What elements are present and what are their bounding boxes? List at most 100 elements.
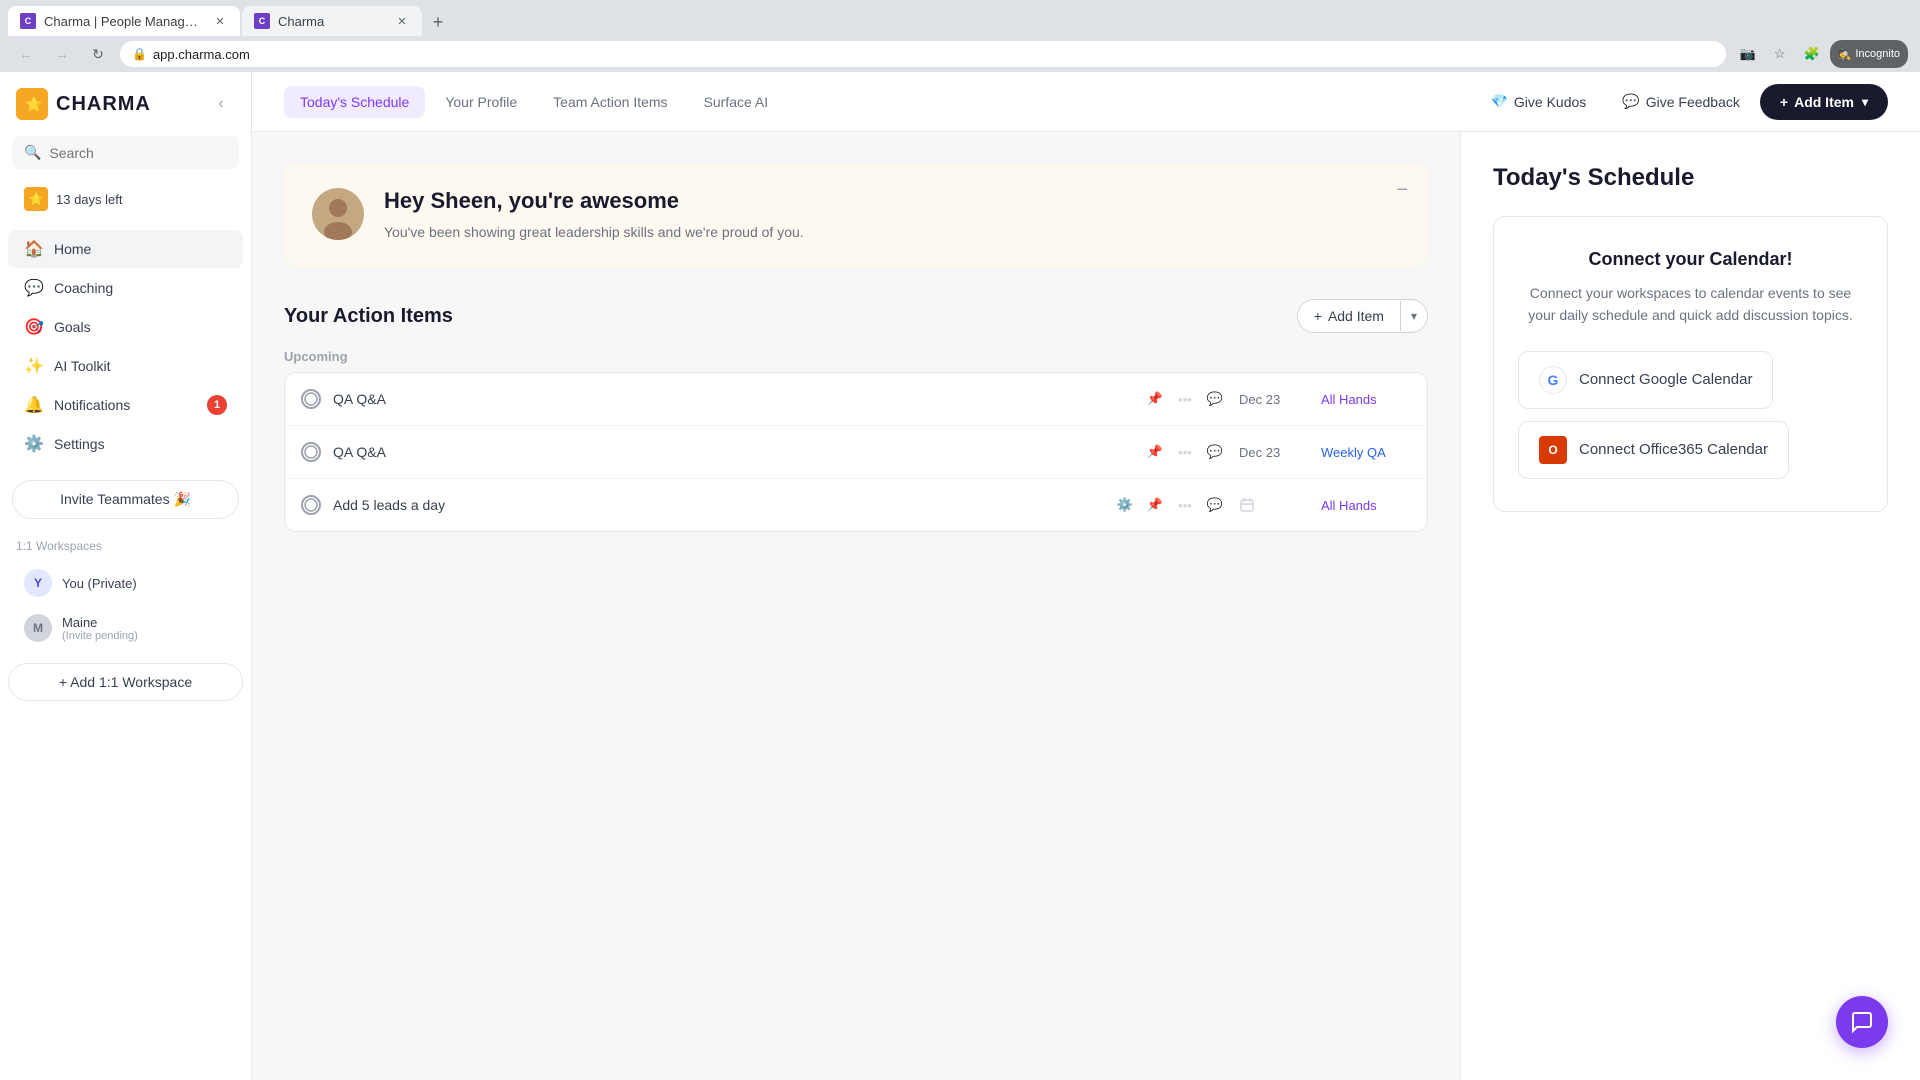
workspaces-label: 1:1 Workspaces — [16, 539, 235, 553]
pin-icon-2[interactable]: 📌 — [1143, 440, 1167, 464]
sidebar-item-home-label: Home — [54, 241, 91, 257]
address-bar[interactable]: 🔒 app.charma.com — [120, 41, 1726, 67]
comment-icon-1[interactable]: 💬 — [1203, 387, 1227, 411]
action-date-3 — [1239, 497, 1309, 514]
address-url: app.charma.com — [153, 47, 250, 62]
content-area: Hey Sheen, you're awesome You've been sh… — [252, 132, 1920, 1080]
connect-google-calendar-button[interactable]: G Connect Google Calendar — [1518, 351, 1773, 409]
bookmark-icon[interactable]: ☆ — [1766, 40, 1794, 68]
action-tag-3[interactable]: All Hands — [1321, 498, 1411, 513]
action-date-1: Dec 23 — [1239, 392, 1309, 407]
sidebar-item-home[interactable]: 🏠 Home — [8, 230, 243, 268]
add-item-main-label: Add Item — [1328, 308, 1384, 324]
left-panel: Hey Sheen, you're awesome You've been sh… — [252, 132, 1460, 1080]
tab-charma-people-management[interactable]: C Charma | People Management ... ✕ — [8, 6, 240, 36]
tab-todays-schedule[interactable]: Today's Schedule — [284, 86, 425, 118]
sidebar-item-notifications-label: Notifications — [54, 397, 130, 413]
connect-office365-calendar-button[interactable]: O Connect Office365 Calendar — [1518, 421, 1789, 479]
action-items-title: Your Action Items — [284, 305, 453, 328]
tab-close-2[interactable]: ✕ — [394, 13, 410, 29]
action-icons-1: 📌 ••• 💬 — [1143, 387, 1227, 411]
add-item-main-button[interactable]: + Add Item — [1298, 300, 1400, 332]
tab-team-action-items-label: Team Action Items — [553, 94, 667, 110]
calendar-connect-title: Connect your Calendar! — [1518, 249, 1863, 270]
calendar-connect-box: Connect your Calendar! Connect your work… — [1493, 216, 1888, 512]
workspace-item-maine[interactable]: M Maine (Invite pending) — [16, 606, 235, 650]
action-check-3[interactable] — [301, 495, 321, 515]
tab-favicon-1: C — [20, 13, 36, 29]
browser-bar: ← → ↻ 🔒 app.charma.com 📷 ☆ 🧩 🕵️ Incognit… — [0, 36, 1920, 72]
sidebar-item-settings-label: Settings — [54, 436, 105, 452]
welcome-card: Hey Sheen, you're awesome You've been sh… — [284, 164, 1428, 267]
action-icons-3: ⚙️ 📌 ••• 💬 — [1113, 493, 1227, 517]
sidebar-search-container: 🔍 — [12, 136, 239, 169]
top-nav: Today's Schedule Your Profile Team Actio… — [252, 72, 1920, 132]
action-tag-1[interactable]: All Hands — [1321, 392, 1411, 407]
goals-icon: 🎯 — [24, 317, 44, 337]
table-row: Add 5 leads a day ⚙️ 📌 ••• 💬 All Hands — [285, 479, 1427, 531]
sidebar-item-goals[interactable]: 🎯 Goals — [8, 308, 243, 346]
action-check-2[interactable] — [301, 442, 321, 462]
incognito-badge: 🕵️ Incognito — [1830, 40, 1908, 68]
sidebar-item-ai-toolkit[interactable]: ✨ AI Toolkit — [8, 347, 243, 385]
workspace-info-maine: Maine (Invite pending) — [62, 615, 138, 642]
logo: ⭐ CHARMA — [16, 88, 151, 120]
logo-icon: ⭐ — [16, 88, 48, 120]
settings-icon: ⚙️ — [24, 434, 44, 454]
invite-teammates-button[interactable]: Invite Teammates 🎉 — [12, 480, 239, 519]
dots-icon-2[interactable]: ••• — [1173, 440, 1197, 464]
workspace-avatar-maine: M — [24, 614, 52, 642]
workspace-item-private[interactable]: Y You (Private) — [16, 561, 235, 605]
sidebar-item-coaching[interactable]: 💬 Coaching — [8, 269, 243, 307]
tab-team-action-items[interactable]: Team Action Items — [537, 86, 683, 118]
action-check-1[interactable] — [301, 389, 321, 409]
comment-icon-2[interactable]: 💬 — [1203, 440, 1227, 464]
add-workspace-button[interactable]: + Add 1:1 Workspace — [8, 663, 243, 701]
browser-tabs: C Charma | People Management ... ✕ C Cha… — [0, 0, 1920, 36]
sidebar-item-notifications[interactable]: 🔔 Notifications 1 — [8, 386, 243, 424]
home-icon: 🏠 — [24, 239, 44, 259]
add-item-chevron-button[interactable]: ▾ — [1400, 301, 1427, 331]
pin-icon-1[interactable]: 📌 — [1143, 387, 1167, 411]
dots-icon-1[interactable]: ••• — [1173, 387, 1197, 411]
sidebar-item-settings[interactable]: ⚙️ Settings — [8, 425, 243, 463]
sidebar-collapse-button[interactable]: ‹ — [207, 90, 235, 118]
pin-icon-3[interactable]: 📌 — [1143, 493, 1167, 517]
search-input[interactable] — [49, 145, 227, 161]
top-add-item-button[interactable]: + Add Item ▾ — [1760, 84, 1888, 120]
browser-actions: 📷 ☆ 🧩 🕵️ Incognito — [1734, 40, 1908, 68]
nav-section: 🏠 Home 💬 Coaching 🎯 Goals ✨ AI Toolkit 🔔… — [0, 225, 251, 468]
workspace-sub-maine: (Invite pending) — [62, 630, 138, 642]
connect-office365-calendar-label: Connect Office365 Calendar — [1579, 441, 1768, 458]
back-button[interactable]: ← — [12, 40, 40, 68]
tab-your-profile[interactable]: Your Profile — [429, 86, 533, 118]
comment-icon-3[interactable]: 💬 — [1203, 493, 1227, 517]
workspace-name-maine: Maine — [62, 615, 138, 630]
tab-surface-ai-label: Surface AI — [704, 94, 769, 110]
action-tag-2[interactable]: Weekly QA — [1321, 445, 1411, 460]
tab-favicon-2: C — [254, 13, 270, 29]
new-tab-button[interactable]: + — [424, 8, 452, 36]
give-feedback-button[interactable]: 💬 Give Feedback — [1606, 85, 1756, 118]
give-kudos-button[interactable]: 💎 Give Kudos — [1474, 85, 1602, 118]
dots-icon-3[interactable]: ••• — [1173, 493, 1197, 517]
app: ⭐ CHARMA ‹ 🔍 ⭐ 13 days left 🏠 Home 💬 Coa… — [0, 72, 1920, 1080]
calendar-connect-description: Connect your workspaces to calendar even… — [1518, 282, 1863, 327]
table-row: QA Q&A 📌 ••• 💬 Dec 23 All Hands — [285, 373, 1427, 426]
gear-icon-3[interactable]: ⚙️ — [1113, 493, 1137, 517]
camera-off-icon: 📷 — [1734, 40, 1762, 68]
chat-fab-button[interactable] — [1836, 996, 1888, 1048]
right-panel-title: Today's Schedule — [1493, 164, 1888, 192]
tab-charma[interactable]: C Charma ✕ — [242, 6, 422, 36]
forward-button[interactable]: → — [48, 40, 76, 68]
extensions-icon[interactable]: 🧩 — [1798, 40, 1826, 68]
give-kudos-label: Give Kudos — [1514, 94, 1586, 110]
reload-button[interactable]: ↻ — [84, 40, 112, 68]
google-icon: G — [1539, 366, 1567, 394]
right-panel: Today's Schedule Connect your Calendar! … — [1460, 132, 1920, 1080]
welcome-close-button[interactable]: − — [1396, 180, 1408, 200]
tab-label-1: Charma | People Management ... — [44, 14, 204, 29]
tab-surface-ai[interactable]: Surface AI — [688, 86, 785, 118]
table-row: QA Q&A 📌 ••• 💬 Dec 23 Weekly QA — [285, 426, 1427, 479]
tab-close-1[interactable]: ✕ — [212, 13, 228, 29]
